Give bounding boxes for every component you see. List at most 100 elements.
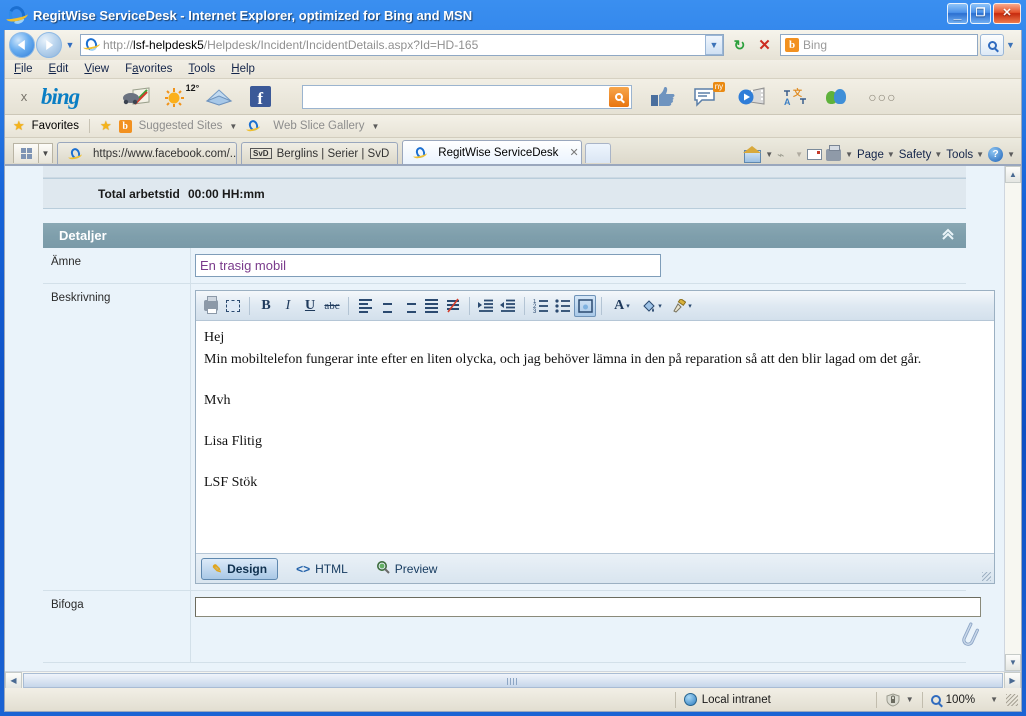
command-safety[interactable]: Safety ▼ bbox=[899, 149, 943, 161]
insert-box-icon[interactable] bbox=[574, 294, 596, 317]
refresh-button[interactable]: ↻ bbox=[728, 34, 751, 57]
align-justify-icon[interactable] bbox=[420, 295, 442, 317]
quick-tabs-button[interactable] bbox=[13, 143, 39, 163]
close-button[interactable]: ✕ bbox=[993, 3, 1021, 24]
video-film-icon[interactable] bbox=[738, 84, 766, 110]
messenger-icon[interactable] bbox=[826, 88, 848, 106]
favorites-star-icon[interactable]: ★ bbox=[13, 118, 25, 134]
toolbar-close-icon[interactable]: x bbox=[13, 89, 35, 104]
paperclip-icon[interactable] bbox=[954, 620, 980, 648]
toolbar-overflow-icon[interactable]: ○○○ bbox=[868, 89, 896, 105]
print-icon[interactable] bbox=[200, 295, 222, 317]
tab-facebook[interactable]: https://www.facebook.com/... bbox=[57, 142, 237, 164]
menu-favorites[interactable]: Favorites bbox=[125, 63, 172, 75]
indent-decrease-icon[interactable] bbox=[497, 295, 519, 317]
traffic-map-icon[interactable] bbox=[123, 84, 151, 110]
chevron-down-icon[interactable]: ▼ bbox=[765, 150, 773, 159]
maximize-button[interactable]: ❐ bbox=[970, 3, 991, 24]
facebook-icon[interactable]: f bbox=[246, 84, 274, 110]
strikethrough-icon[interactable]: abc bbox=[321, 295, 343, 317]
editor-resize-handle[interactable] bbox=[982, 572, 991, 581]
forward-button[interactable] bbox=[36, 32, 62, 58]
chevron-down-icon[interactable]: ▼ bbox=[1007, 150, 1015, 159]
chat-bubble-icon[interactable]: ny bbox=[694, 81, 726, 110]
resize-grip[interactable] bbox=[1006, 693, 1018, 706]
print-icon[interactable] bbox=[826, 144, 842, 161]
scroll-left-button[interactable]: ◀ bbox=[5, 671, 22, 688]
tab-design[interactable]: ✎ Design bbox=[201, 557, 279, 580]
chevron-down-icon[interactable]: ▼ bbox=[906, 695, 914, 704]
help-icon[interactable]: ? bbox=[988, 147, 1004, 162]
add-to-favorites-icon[interactable]: ★ bbox=[100, 118, 112, 134]
scroll-up-button[interactable]: ▲ bbox=[1005, 166, 1021, 183]
remove-format-icon[interactable] bbox=[442, 295, 464, 317]
back-button[interactable] bbox=[9, 32, 35, 58]
ordered-list-icon[interactable]: 123 bbox=[530, 295, 552, 317]
editor-body[interactable]: Hej Min mobiltelefon fungerar inte efter… bbox=[196, 321, 994, 553]
chevron-down-icon[interactable]: ▼ bbox=[371, 122, 379, 131]
background-color-icon[interactable]: ▾ bbox=[637, 295, 667, 317]
address-dropdown-icon[interactable]: ▼ bbox=[705, 35, 723, 55]
italic-icon[interactable]: I bbox=[277, 295, 299, 317]
search-provider-dropdown-icon[interactable]: ▼ bbox=[1004, 34, 1017, 56]
scroll-track[interactable] bbox=[1005, 183, 1021, 654]
web-slice-gallery-label[interactable]: Web Slice Gallery bbox=[273, 120, 364, 132]
translate-icon[interactable]: 文 A bbox=[782, 84, 810, 110]
suggested-sites-label[interactable]: Suggested Sites bbox=[139, 120, 223, 132]
tab-html[interactable]: <> HTML bbox=[286, 558, 358, 580]
thumbs-up-icon[interactable] bbox=[650, 84, 678, 110]
address-bar[interactable]: http://lsf-helpdesk5/Helpdesk/Incident/I… bbox=[80, 34, 724, 56]
indent-increase-icon[interactable] bbox=[475, 295, 497, 317]
history-dropdown-icon[interactable]: ▼ bbox=[63, 35, 77, 55]
menu-edit[interactable]: Edit bbox=[49, 63, 69, 75]
font-color-icon[interactable]: A ▾ bbox=[607, 295, 637, 317]
align-right-icon[interactable] bbox=[398, 295, 420, 317]
collapse-icon[interactable] bbox=[940, 226, 956, 244]
vertical-scrollbar[interactable]: ▲ ▼ bbox=[1004, 166, 1021, 671]
tab-regitwise-servicedesk[interactable]: RegitWise ServiceDesk ✕ bbox=[402, 140, 583, 164]
search-go-button[interactable] bbox=[980, 34, 1004, 56]
tab-svd[interactable]: SvD Berglins | Serier | SvD bbox=[241, 142, 399, 164]
stop-button[interactable]: ✕ bbox=[753, 34, 776, 57]
horizontal-scrollbar[interactable]: ◀ ▶ bbox=[5, 671, 1021, 688]
home-icon[interactable] bbox=[743, 146, 762, 163]
rss-feeds-icon[interactable]: ⌁ bbox=[777, 148, 791, 162]
menu-tools[interactable]: Tools bbox=[188, 63, 215, 75]
mail-envelope-icon[interactable] bbox=[205, 84, 233, 110]
select-all-icon[interactable] bbox=[222, 295, 244, 317]
chevron-down-icon[interactable]: ▼ bbox=[229, 122, 237, 131]
read-mail-icon[interactable] bbox=[807, 149, 823, 160]
command-tools[interactable]: Tools ▼ bbox=[946, 149, 984, 161]
tab-preview[interactable]: Preview bbox=[366, 558, 448, 580]
tab-list-dropdown-icon[interactable]: ▼ bbox=[39, 143, 53, 163]
attachment-input[interactable] bbox=[195, 597, 981, 617]
bing-search-button[interactable] bbox=[609, 86, 630, 107]
chevron-down-icon[interactable]: ▼ bbox=[990, 695, 998, 704]
align-center-icon[interactable] bbox=[376, 295, 398, 317]
security-zone[interactable]: Local intranet bbox=[676, 688, 876, 711]
horizontal-scroll-thumb[interactable] bbox=[23, 672, 1003, 688]
scroll-down-button[interactable]: ▼ bbox=[1005, 654, 1021, 671]
menu-file[interactable]: File bbox=[14, 63, 33, 75]
underline-icon[interactable]: U bbox=[299, 295, 321, 317]
chevron-down-icon[interactable]: ▼ bbox=[845, 150, 853, 159]
unordered-list-icon[interactable] bbox=[552, 295, 574, 317]
format-painter-icon[interactable]: ▾ bbox=[667, 295, 697, 317]
menu-view[interactable]: View bbox=[84, 63, 109, 75]
bold-icon[interactable]: B bbox=[255, 295, 277, 317]
subject-input[interactable] bbox=[195, 254, 661, 277]
new-tab-button[interactable] bbox=[585, 143, 612, 163]
favorites-label[interactable]: Favorites bbox=[32, 120, 79, 132]
search-box[interactable]: b Bing bbox=[780, 34, 978, 56]
menu-help[interactable]: Help bbox=[231, 63, 255, 75]
align-left-icon[interactable] bbox=[354, 295, 376, 317]
scroll-right-button[interactable]: ▶ bbox=[1004, 671, 1021, 688]
weather-sun-icon[interactable]: 12° bbox=[164, 83, 199, 110]
protected-mode[interactable]: ▼ bbox=[877, 688, 922, 711]
tab-label: Preview bbox=[394, 561, 438, 576]
bing-search-input[interactable] bbox=[302, 84, 633, 109]
minimize-button[interactable]: _ bbox=[947, 3, 968, 24]
command-page[interactable]: Page ▼ bbox=[857, 149, 895, 161]
zoom-control[interactable]: 100% ▼ bbox=[923, 688, 1006, 711]
tab-close-icon[interactable]: ✕ bbox=[569, 146, 578, 159]
